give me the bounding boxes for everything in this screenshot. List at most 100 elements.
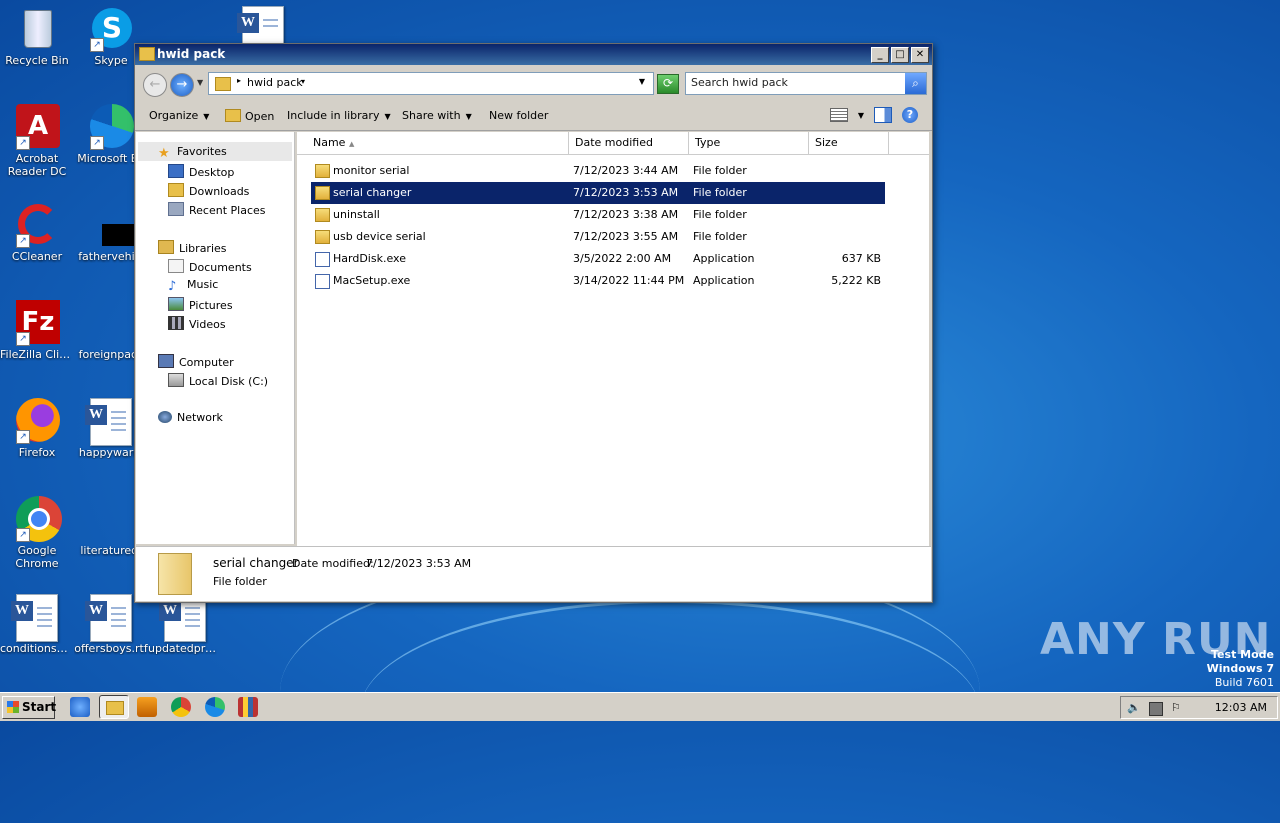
desktop-icon-offersboys[interactable]: W offersboys.rtf <box>74 594 148 655</box>
file-type: Application <box>693 252 755 265</box>
breadcrumb[interactable]: hwid pack <box>247 76 303 89</box>
folder-icon <box>315 208 330 222</box>
refresh-button[interactable]: ⟳ <box>657 74 679 94</box>
libraries-icon <box>158 240 174 254</box>
windows-logo-icon <box>7 701 19 713</box>
column-size[interactable]: Size <box>809 132 889 154</box>
speaker-icon[interactable]: 🔈 <box>1127 702 1141 714</box>
file-row[interactable]: serial changer 7/12/2023 3:53 AM File fold… <box>311 182 885 204</box>
breadcrumb-separator-icon[interactable]: ▸ <box>237 76 241 85</box>
taskbar: Start 🔈 ⚐ 12:03 AM <box>0 692 1280 721</box>
file-size: 637 KB <box>841 252 881 265</box>
column-name[interactable]: Name ▲ <box>307 132 569 154</box>
explorer-taskbar-button[interactable] <box>99 695 129 719</box>
filezilla-icon: Fz ↗ <box>14 300 60 346</box>
address-bar[interactable]: ▸ hwid pack ▾ ▼ <box>208 72 654 95</box>
desktop-icon-ccleaner[interactable]: ↗ CCleaner <box>0 202 74 263</box>
nav-libraries[interactable]: Libraries <box>158 240 227 255</box>
ie-icon[interactable] <box>70 697 90 717</box>
column-date-modified[interactable]: Date modified <box>569 132 689 154</box>
skype-icon: S ↗ <box>88 6 134 52</box>
file-date: 3/14/2022 11:44 PM <box>573 274 685 287</box>
edge-taskbar-icon[interactable] <box>205 697 225 717</box>
search-icon[interactable]: ⌕ <box>905 73 926 94</box>
file-row[interactable]: monitor serial 7/12/2023 3:44 AM File fold… <box>311 160 885 182</box>
new-folder-button[interactable]: New folder <box>489 109 548 122</box>
address-dropdown-icon[interactable]: ▼ <box>639 77 645 86</box>
details-type: File folder <box>213 575 267 588</box>
details-pane: serial changer Date modified: 7/12/2023 … <box>136 546 931 601</box>
search-input[interactable]: Search hwid pack ⌕ <box>685 72 927 95</box>
back-button[interactable]: ← <box>143 73 167 97</box>
file-date: 7/12/2023 3:44 AM <box>573 164 679 177</box>
desktop-icon-recycle-bin[interactable]: Recycle Bin <box>0 6 74 67</box>
desktop-icon-firefox[interactable]: ↗ Firefox <box>0 398 74 459</box>
forward-button[interactable]: → <box>170 73 194 97</box>
command-bar: Organize ▼ Open Include in library ▼ Share… <box>135 102 932 131</box>
nav-music[interactable]: ♪ Music <box>168 278 218 294</box>
share-with-button[interactable]: Share with ▼ <box>402 109 472 122</box>
desktop-icon-chrome[interactable]: ↗ Google Chrome <box>0 496 74 570</box>
breadcrumb-dropdown-icon[interactable]: ▾ <box>301 77 305 86</box>
maximize-button[interactable]: □ <box>891 47 909 63</box>
recent-pages-dropdown[interactable]: ▼ <box>197 78 203 87</box>
start-button[interactable]: Start <box>2 696 56 719</box>
folder-icon <box>315 164 330 178</box>
desktop-icon-acrobat[interactable]: A ↗ Acrobat Reader DC <box>0 104 74 178</box>
help-icon[interactable]: ? <box>902 107 918 123</box>
column-type[interactable]: Type <box>689 132 809 154</box>
desktop-icon-filezilla[interactable]: Fz ↗ FileZilla Client <box>0 300 74 361</box>
view-dropdown-icon[interactable]: ▼ <box>858 111 864 120</box>
documents-icon <box>168 259 184 273</box>
file-name: MacSetup.exe <box>333 274 411 287</box>
nav-recent-places[interactable]: Recent Places <box>168 202 266 217</box>
explorer-window[interactable]: hwid pack _ □ ✕ ← → ▼ ▸ hwid pack ▾ ▼ ⟳ … <box>134 43 933 603</box>
system-tray: 🔈 ⚐ 12:03 AM <box>1120 696 1278 719</box>
preview-pane-icon[interactable] <box>874 107 892 123</box>
file-size: 5,222 KB <box>831 274 881 287</box>
file-row[interactable]: usb device serial 7/12/2023 3:55 AM File f… <box>311 226 885 248</box>
open-folder-icon <box>225 109 241 122</box>
media-player-icon[interactable] <box>137 697 157 717</box>
title-bar[interactable]: hwid pack _ □ ✕ <box>135 44 932 65</box>
application-icon <box>315 252 330 267</box>
nav-pictures[interactable]: Pictures <box>168 297 233 312</box>
include-in-library-button[interactable]: Include in library ▼ <box>287 109 391 122</box>
file-date: 3/5/2022 2:00 AM <box>573 252 672 265</box>
chrome-taskbar-icon[interactable] <box>171 697 191 717</box>
nav-computer[interactable]: Computer <box>158 354 234 369</box>
test-mode-text: Test Mode Windows 7 Build 7601 <box>1206 648 1274 689</box>
desktop-icon-conditionsdi[interactable]: W conditionsdi... <box>0 594 74 655</box>
nav-documents[interactable]: Documents <box>168 259 252 274</box>
nav-network[interactable]: Network <box>158 411 223 424</box>
change-view-icon[interactable] <box>829 108 848 122</box>
organize-button[interactable]: Organize ▼ <box>149 109 209 122</box>
file-row[interactable]: HardDisk.exe 3/5/2022 2:00 AM Application 6… <box>311 248 885 270</box>
file-row[interactable]: MacSetup.exe 3/14/2022 11:44 PM Applicatio… <box>311 270 885 292</box>
ccleaner-icon: ↗ <box>14 202 60 248</box>
chrome-icon: ↗ <box>14 496 62 542</box>
music-icon: ♪ <box>168 279 177 294</box>
network-tray-icon[interactable] <box>1149 702 1163 716</box>
nav-favorites[interactable]: ★ Favorites <box>158 145 227 161</box>
word-doc-icon: W <box>85 594 134 642</box>
file-name: monitor serial <box>333 164 410 177</box>
folder-icon <box>215 77 231 91</box>
nav-desktop[interactable]: Desktop <box>168 164 234 179</box>
firefox-icon: ↗ <box>14 398 60 444</box>
videos-icon <box>168 316 184 330</box>
desktop-icon-updatedpro[interactable]: W updatedpro... <box>148 594 222 655</box>
minimize-button[interactable]: _ <box>871 47 889 63</box>
nav-local-disk[interactable]: Local Disk (C:) <box>168 373 268 388</box>
file-date: 7/12/2023 3:55 AM <box>573 230 679 243</box>
open-button[interactable]: Open <box>225 109 274 123</box>
close-button[interactable]: ✕ <box>911 47 929 63</box>
nav-videos[interactable]: Videos <box>168 316 226 331</box>
file-row[interactable]: uninstall 7/12/2023 3:38 AM File folder <box>311 204 885 226</box>
winrar-icon[interactable] <box>238 697 258 717</box>
details-name: serial changer <box>213 556 299 570</box>
star-icon: ★ <box>158 146 170 161</box>
flag-icon[interactable]: ⚐ <box>1171 702 1183 714</box>
nav-downloads[interactable]: Downloads <box>168 183 249 198</box>
clock[interactable]: 12:03 AM <box>1215 701 1267 714</box>
